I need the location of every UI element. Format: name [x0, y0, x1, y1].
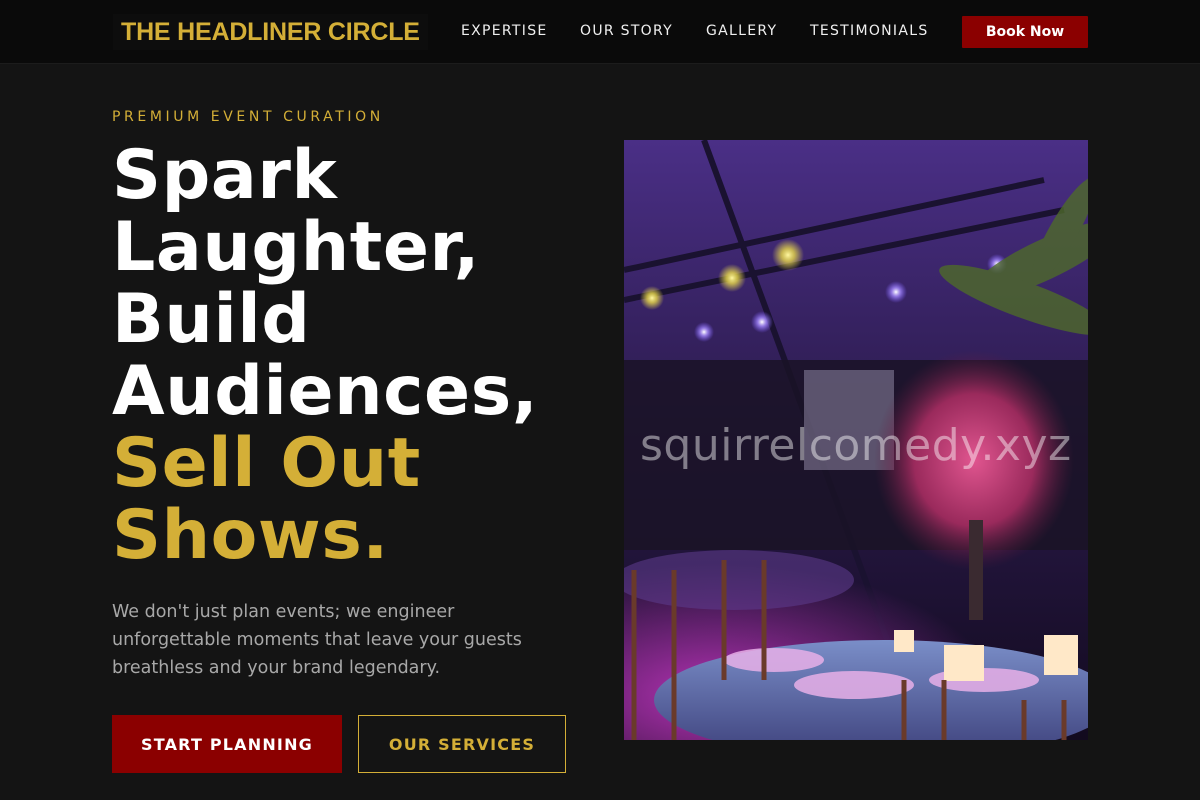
headline-accent-line: Shows.	[112, 496, 389, 575]
headline-line: Laughter,	[112, 208, 481, 287]
start-planning-button[interactable]: START PLANNING	[112, 715, 342, 773]
headline-accent-line: Sell Out	[112, 424, 421, 503]
nav-link-testimonials[interactable]: TESTIMONIALS	[810, 23, 929, 39]
top-navigation-bar: THE HEADLINER CIRCLE EXPERTISE OUR STORY…	[0, 0, 1200, 64]
nav-link-gallery[interactable]: GALLERY	[706, 23, 777, 39]
headline-line: Spark	[112, 136, 338, 215]
our-services-button[interactable]: OUR SERVICES	[358, 715, 566, 773]
image-watermark: squirrelcomedy.xyz	[640, 420, 1072, 471]
brand-logo[interactable]: THE HEADLINER CIRCLE	[113, 14, 428, 50]
book-now-button[interactable]: Book Now	[962, 16, 1088, 48]
hero-headline: Spark Laughter, Build Audiences, Sell Ou…	[112, 140, 612, 572]
nav-link-expertise[interactable]: EXPERTISE	[461, 23, 548, 39]
headline-line: Audiences,	[112, 352, 539, 431]
hero-description: We don't just plan events; we engineer u…	[112, 602, 522, 678]
headline-line: Build	[112, 280, 311, 359]
nav-link-our-story[interactable]: OUR STORY	[580, 23, 673, 39]
hero-eyebrow: PREMIUM EVENT CURATION	[112, 109, 384, 125]
